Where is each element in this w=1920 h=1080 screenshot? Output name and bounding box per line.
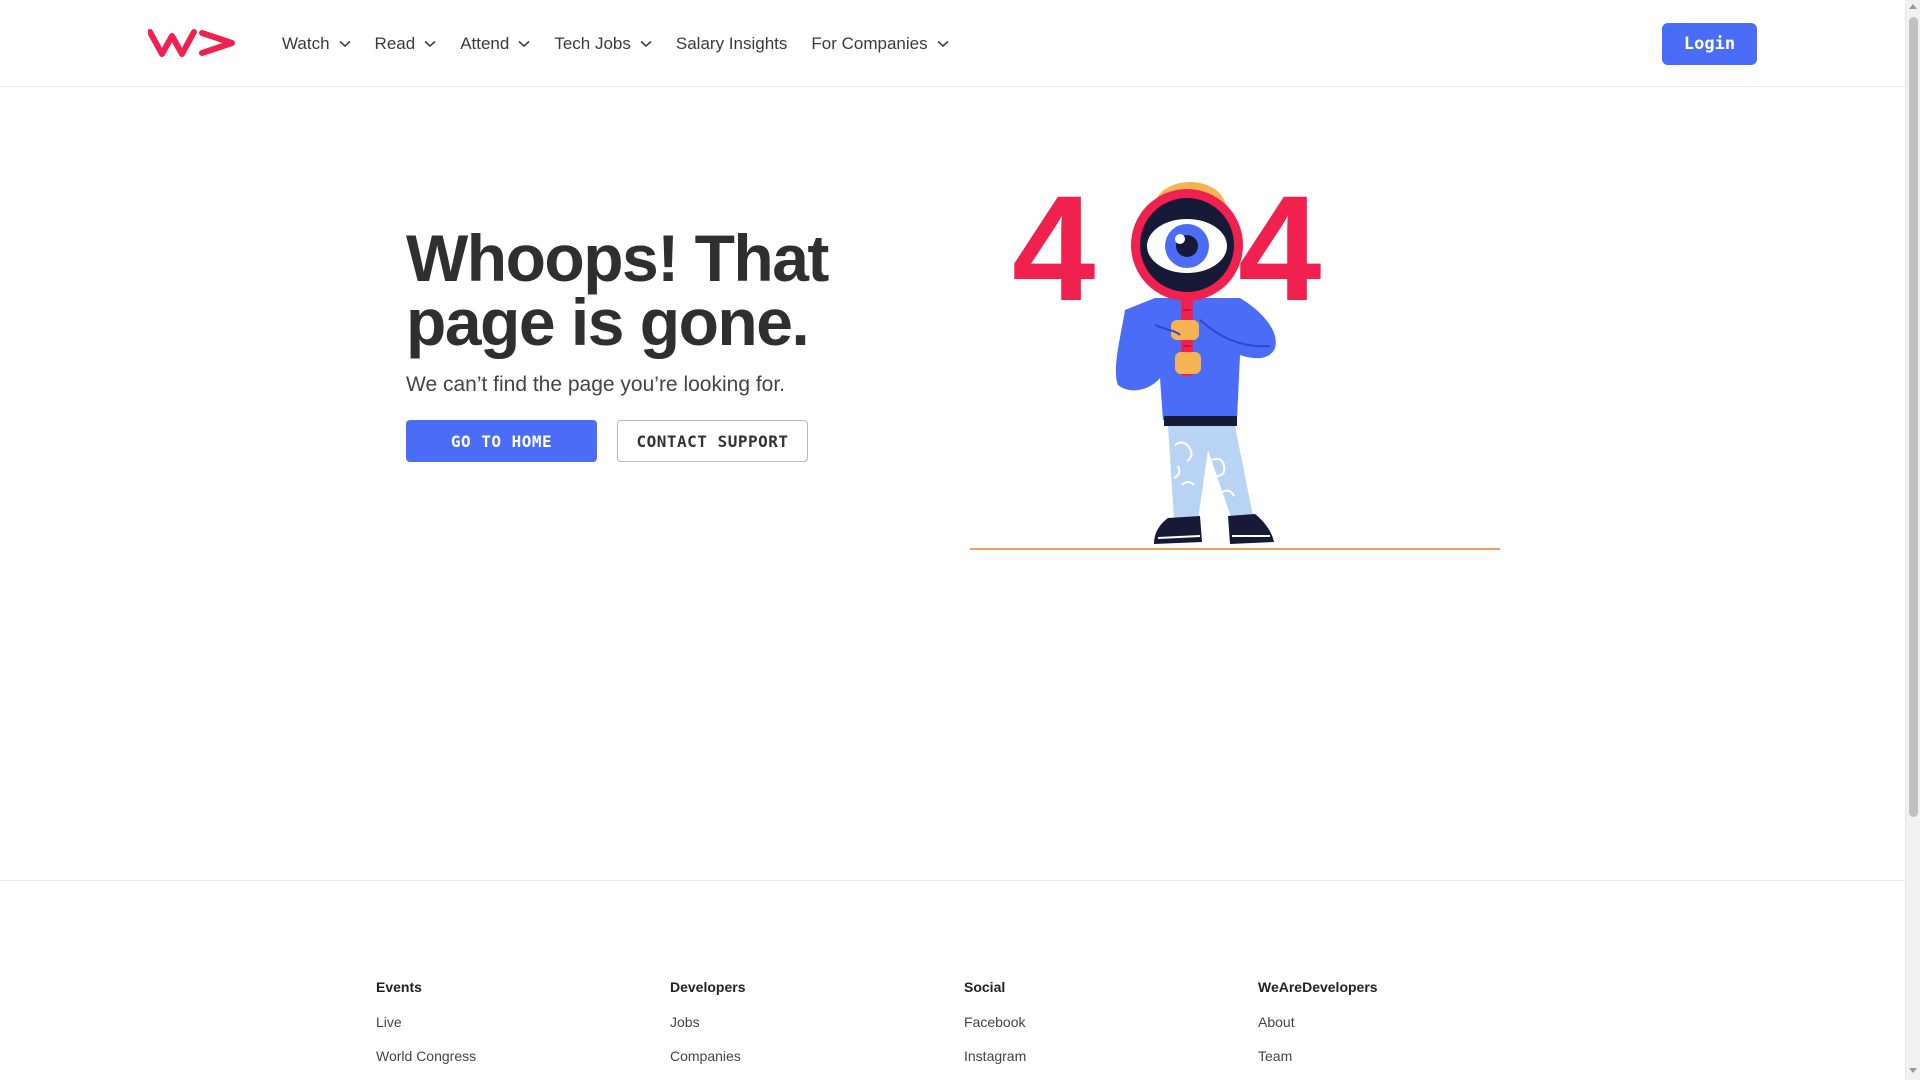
footer-link-instagram[interactable]: Instagram [964, 1048, 1244, 1064]
footer-column-social: Social Facebook Instagram [964, 979, 1244, 1080]
site-header: Watch Read Attend Tech Jobs Salary Insig… [0, 0, 1905, 87]
footer-link-jobs[interactable]: Jobs [670, 1014, 950, 1030]
nav-item-tech-jobs[interactable]: Tech Jobs [554, 30, 652, 58]
footer-link-about[interactable]: About [1258, 1014, 1538, 1030]
chevron-down-icon [640, 40, 652, 48]
page-subtitle: We can’t find the page you’re looking fo… [406, 373, 786, 396]
page-scrollbar[interactable] [1905, 0, 1920, 1080]
site-footer: Events Live World Congress Developers Jo… [0, 880, 1905, 1080]
footer-heading: WeAreDevelopers [1258, 979, 1378, 995]
login-button[interactable]: Login [1662, 23, 1757, 65]
footer-link-live[interactable]: Live [376, 1014, 656, 1030]
nav-item-attend[interactable]: Attend [460, 30, 530, 58]
digit-4-left: 4 [1012, 170, 1095, 332]
nav-item-watch[interactable]: Watch [282, 30, 351, 58]
nav-item-label: Tech Jobs [554, 34, 631, 53]
footer-link-companies[interactable]: Companies [670, 1048, 950, 1064]
footer-column-developers: Developers Jobs Companies [670, 979, 950, 1080]
nav-item-label: For Companies [811, 34, 928, 53]
nav-item-read[interactable]: Read [375, 30, 437, 58]
scrollbar-thumb[interactable] [1909, 17, 1918, 817]
chevron-down-icon [937, 40, 949, 48]
nav-item-salary-insights[interactable]: Salary Insights [676, 30, 788, 58]
contact-support-button[interactable]: CONTACT SUPPORT [617, 420, 808, 462]
footer-heading: Developers [670, 979, 746, 995]
404-magnifier-person-illustration: 4 4 [970, 170, 1500, 550]
nav-item-label: Watch [282, 34, 330, 53]
scroll-down-arrow-icon[interactable] [1909, 1068, 1917, 1073]
main-nav: Watch Read Attend Tech Jobs Salary Insig… [282, 30, 973, 58]
footer-column-wearedevelopers: WeAreDevelopers About Team [1258, 979, 1538, 1080]
nav-item-label: Attend [460, 34, 510, 53]
chevron-down-icon [424, 40, 436, 48]
chevron-down-icon [339, 40, 351, 48]
nav-item-label: Read [374, 34, 416, 53]
footer-link-facebook[interactable]: Facebook [964, 1014, 1244, 1030]
chevron-down-icon [518, 40, 530, 48]
scroll-up-arrow-icon[interactable] [1909, 4, 1917, 9]
page: Watch Read Attend Tech Jobs Salary Insig… [0, 0, 1905, 1080]
go-to-home-button[interactable]: GO TO HOME [406, 420, 597, 462]
footer-link-team[interactable]: Team [1258, 1048, 1538, 1064]
footer-heading: Events [376, 979, 422, 995]
title-line-1: Whoops! That [406, 221, 829, 295]
page-title: Whoops! That page is gone. [406, 225, 846, 355]
footer-heading: Social [964, 979, 1006, 995]
footer-column-events: Events Live World Congress [376, 979, 656, 1080]
title-line-2: page is gone. [406, 285, 810, 359]
nav-item-for-companies[interactable]: For Companies [811, 30, 949, 58]
footer-link-world-congress[interactable]: World Congress [376, 1048, 656, 1064]
wearedevelopers-logo-icon[interactable] [148, 28, 236, 58]
nav-item-label: Salary Insights [675, 34, 788, 53]
